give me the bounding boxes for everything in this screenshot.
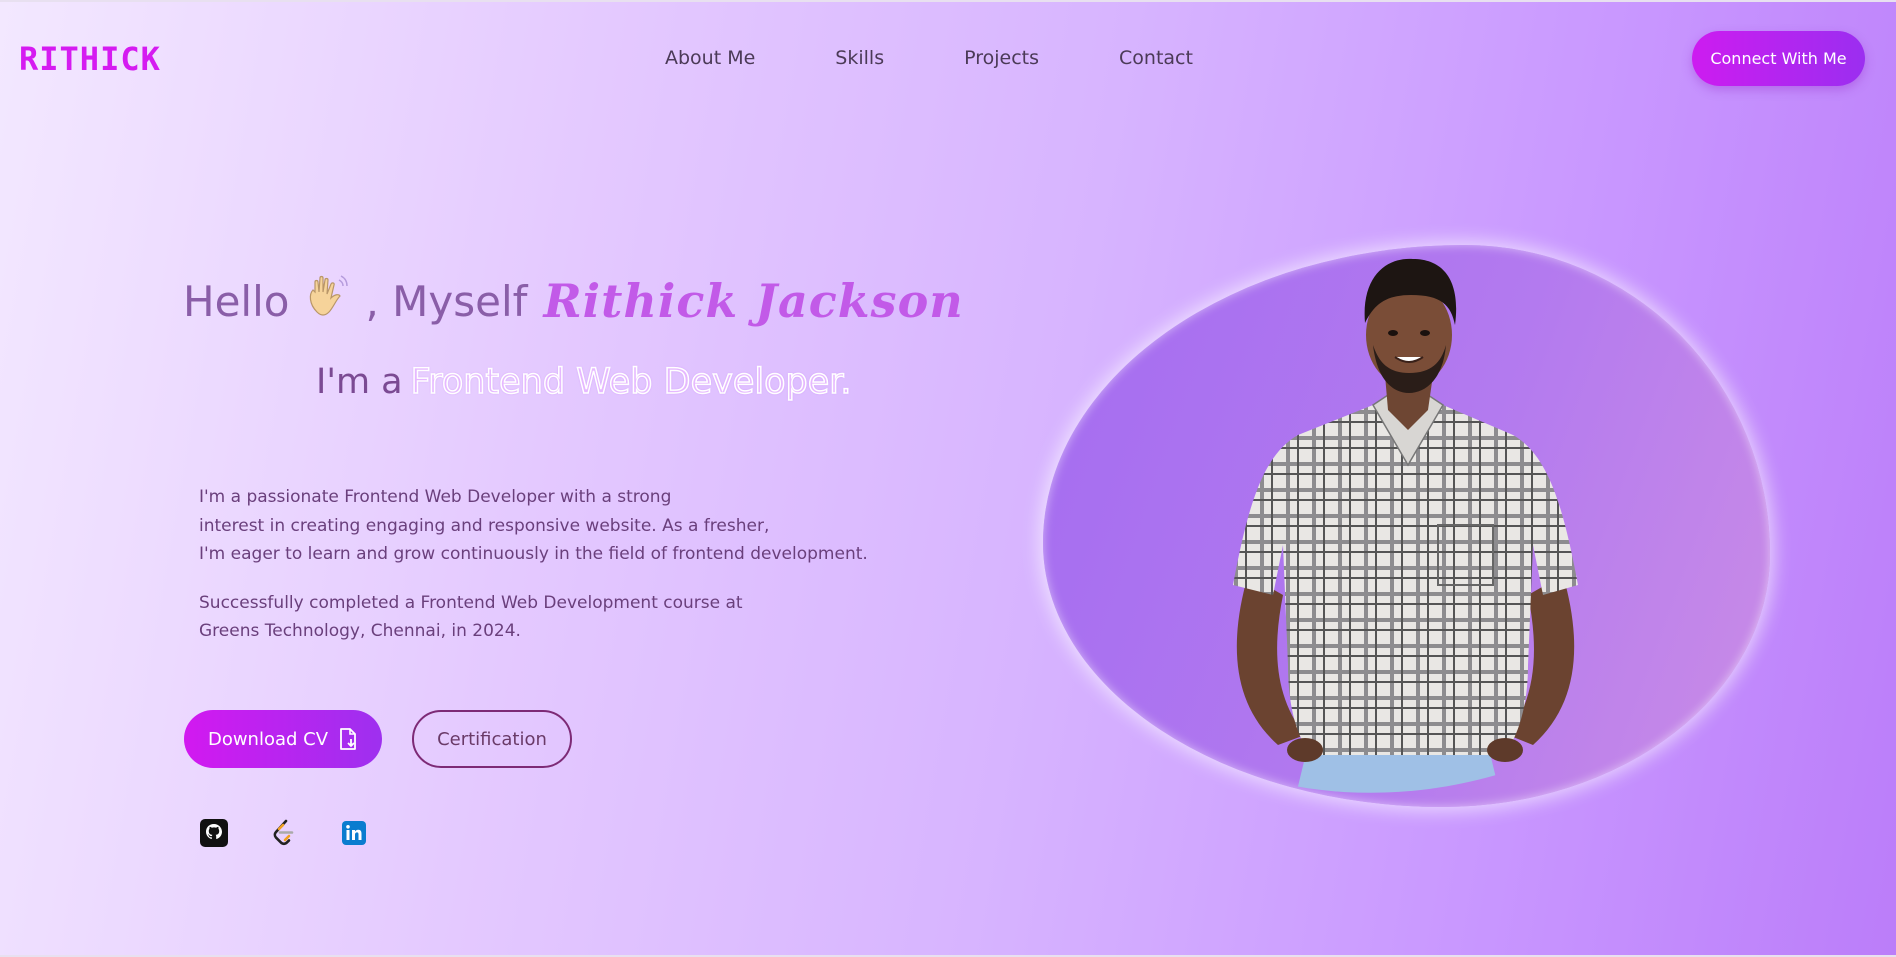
- nav-skills[interactable]: Skills: [835, 47, 884, 69]
- bio-2-line: Successfully completed a Frontend Web De…: [199, 592, 743, 613]
- developer-name: Rithick Jackson: [543, 274, 964, 328]
- linkedin-icon[interactable]: [339, 818, 369, 848]
- bio-1-line: I'm eager to learn and grow continuously…: [199, 544, 868, 564]
- greeting-mid: , Myself: [365, 276, 528, 326]
- site-logo[interactable]: RITHICK: [19, 40, 161, 78]
- bio-1-line: interest in creating engaging and respon…: [199, 515, 770, 536]
- nav-about-me[interactable]: About Me: [665, 47, 755, 69]
- bio-section: I'm a passionate Frontend Web Developer …: [199, 483, 919, 666]
- greeting-heading: Hello , Myself Rithick Jackson: [183, 272, 964, 330]
- main-nav: About Me Skills Projects Contact: [665, 47, 1193, 69]
- greeting-prefix: Hello: [183, 276, 290, 326]
- profile-photo-frame: [1043, 245, 1770, 807]
- connect-with-me-button[interactable]: Connect With Me: [1692, 31, 1865, 86]
- role-highlight: Frontend Web Developer.: [410, 361, 852, 403]
- download-cv-label: Download CV: [207, 728, 329, 750]
- nav-projects[interactable]: Projects: [964, 47, 1039, 69]
- bio-1-line: I'm a passionate Frontend Web Developer …: [199, 487, 672, 507]
- leetcode-icon[interactable]: [269, 818, 299, 848]
- social-links: [199, 818, 409, 848]
- nav-contact[interactable]: Contact: [1119, 47, 1193, 69]
- role-heading: I'm a Frontend Web Developer.: [316, 361, 852, 403]
- bio-2-line: Greens Technology, Chennai, in 2024.: [199, 621, 521, 641]
- github-icon[interactable]: [199, 818, 229, 848]
- certification-button[interactable]: Certification: [412, 710, 572, 768]
- waving-hand-icon: [303, 272, 351, 330]
- file-download-icon: [338, 727, 358, 751]
- profile-photo: [1233, 258, 1578, 793]
- role-prefix: I'm a: [316, 362, 403, 402]
- bio-paragraph-2: Successfully completed a Frontend Web De…: [199, 589, 919, 646]
- download-cv-button[interactable]: Download CV: [184, 710, 382, 768]
- bio-paragraph-1: I'm a passionate Frontend Web Developer …: [199, 483, 919, 569]
